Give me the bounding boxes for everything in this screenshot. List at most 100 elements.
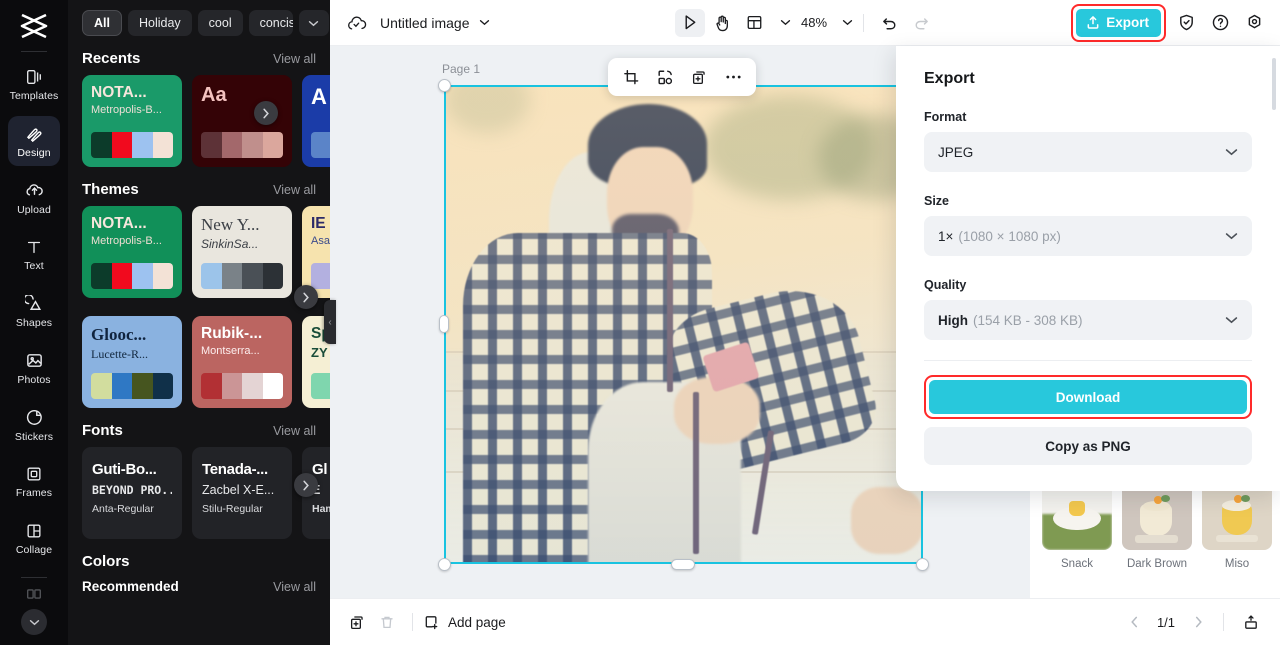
- prev-page-button[interactable]: [1121, 609, 1147, 635]
- recents-view-all[interactable]: View all: [273, 52, 316, 66]
- list-item[interactable]: Glooc... Lucette-R...: [82, 316, 182, 408]
- themes-view-all[interactable]: View all: [273, 183, 316, 197]
- panel-collapse-handle[interactable]: ‹: [324, 300, 336, 344]
- list-item[interactable]: NOTA... Metropolis-B...: [82, 75, 182, 167]
- list-item[interactable]: Miso: [1202, 480, 1272, 598]
- fonts-next-button[interactable]: [294, 473, 318, 497]
- templates-icon: [24, 67, 44, 87]
- resize-handle-left[interactable]: [439, 315, 449, 333]
- more-horizontal-icon[interactable]: [718, 62, 748, 92]
- add-page-button[interactable]: Add page: [423, 614, 506, 631]
- export-button[interactable]: Export: [1076, 8, 1161, 37]
- recents-next-button[interactable]: [254, 101, 278, 125]
- sidebar-item-design[interactable]: Design: [8, 116, 60, 167]
- rail-divider-bottom: [21, 577, 47, 578]
- quality-label: Quality: [924, 278, 967, 292]
- card-title: Rubik-...: [201, 326, 263, 342]
- quality-select[interactable]: High (154 KB - 308 KB): [924, 300, 1252, 340]
- remove-background-icon[interactable]: [650, 62, 680, 92]
- font-card-line2: Zacbel X-E...: [202, 483, 275, 497]
- list-item[interactable]: Rubik-... Montserra...: [192, 316, 292, 408]
- format-select[interactable]: JPEG: [924, 132, 1252, 172]
- cloud-check-icon[interactable]: [346, 14, 368, 32]
- card-subtitle: Lucette-R...: [91, 346, 148, 361]
- section-title: Themes: [82, 181, 139, 198]
- artboard-image[interactable]: [444, 85, 923, 564]
- layout-dropdown[interactable]: [780, 19, 791, 26]
- sidebar-item-text[interactable]: Text: [8, 230, 60, 280]
- resize-handle-bottom-left[interactable]: [438, 558, 451, 571]
- frames-icon: [24, 464, 44, 484]
- list-item[interactable]: Snack: [1042, 480, 1112, 598]
- download-button[interactable]: Download: [929, 380, 1247, 414]
- document-title-dropdown[interactable]: [479, 19, 490, 26]
- element-floating-toolbar: [608, 58, 756, 96]
- filter-chip-concise[interactable]: concise: [248, 10, 293, 36]
- sidebar-item-shapes[interactable]: Shapes: [8, 287, 60, 337]
- present-button[interactable]: [1236, 608, 1266, 636]
- document-title[interactable]: Untitled image: [380, 15, 470, 31]
- list-item[interactable]: A: [302, 75, 330, 167]
- hand-tool-button[interactable]: [707, 9, 737, 37]
- filter-chip-all[interactable]: All: [82, 10, 122, 36]
- sidebar-item-stickers[interactable]: Stickers: [8, 400, 60, 450]
- undo-icon: [882, 17, 896, 29]
- copy-as-png-button[interactable]: Copy as PNG: [924, 427, 1252, 465]
- shield-check-icon[interactable]: [1172, 9, 1200, 37]
- crop-icon[interactable]: [616, 62, 646, 92]
- rail-expand-button[interactable]: [21, 609, 47, 635]
- export-panel-title: Export: [924, 70, 975, 87]
- chevron-left-icon: ‹: [328, 316, 332, 328]
- list-item[interactable]: New Y... SinkinSa...: [192, 206, 292, 298]
- sidebar-item-frames[interactable]: Frames: [8, 457, 60, 507]
- colors-view-all[interactable]: View all: [273, 580, 316, 594]
- font-card-line3: Anta-Regular: [92, 503, 154, 515]
- shapes-icon: [24, 294, 44, 314]
- gear-icon[interactable]: [1240, 9, 1268, 37]
- filter-chip-cool[interactable]: cool: [197, 10, 243, 36]
- redo-button[interactable]: [906, 9, 936, 37]
- zoom-dropdown[interactable]: [842, 19, 853, 26]
- duplicate-page-button[interactable]: [342, 608, 372, 636]
- next-page-button[interactable]: [1185, 609, 1211, 635]
- layout-tool-button[interactable]: [739, 9, 769, 37]
- canvas-tools-group: 48%: [675, 8, 936, 37]
- duplicate-page-icon: [350, 615, 363, 629]
- sidebar-item-photos[interactable]: Photos: [8, 343, 60, 393]
- list-item[interactable]: Guti-Bo... BEYOND PRO... Anta-Regular: [82, 447, 182, 539]
- export-upload-icon: [1087, 16, 1099, 29]
- list-item[interactable]: Tenada-... Zacbel X-E... Stilu-Regular: [192, 447, 292, 539]
- size-select[interactable]: 1× (1080 × 1080 px): [924, 216, 1252, 256]
- undo-button[interactable]: [874, 9, 904, 37]
- colors-section-header: Colors: [68, 553, 330, 570]
- delete-page-button[interactable]: [372, 608, 402, 636]
- app-logo[interactable]: [12, 8, 56, 44]
- help-circle-icon[interactable]: [1206, 9, 1234, 37]
- list-item[interactable]: NOTA... Metropolis-B...: [82, 206, 182, 298]
- resize-handle-bottom[interactable]: [671, 559, 695, 570]
- stickers-icon: [24, 408, 44, 428]
- themes-next-button[interactable]: [294, 285, 318, 309]
- sidebar-item-templates[interactable]: Templates: [8, 60, 60, 110]
- size-label: Size: [924, 194, 950, 208]
- filter-chip-holiday[interactable]: Holiday: [127, 10, 192, 36]
- resize-handle-top-left[interactable]: [438, 79, 451, 92]
- sidebar-label: Photos: [17, 373, 51, 386]
- export-panel-scrollbar[interactable]: [1272, 58, 1276, 110]
- list-item[interactable]: Dark Brown: [1122, 480, 1192, 598]
- list-item[interactable]: Aa: [192, 75, 292, 167]
- sidebar-item-upload[interactable]: Upload: [8, 173, 60, 223]
- resize-handle-bottom-right[interactable]: [916, 558, 929, 571]
- select-tool-button[interactable]: [675, 8, 705, 37]
- photos-icon: [24, 351, 44, 371]
- themes-section-header: Themes View all: [68, 181, 330, 198]
- sidebar-label: Text: [24, 260, 44, 273]
- font-card-line3: Ham: [312, 503, 330, 515]
- filter-chips-expand-button[interactable]: [298, 10, 329, 36]
- export-highlight: Export: [1071, 3, 1166, 42]
- sidebar-item-collage[interactable]: Collage: [8, 513, 60, 563]
- duplicate-icon[interactable]: [684, 62, 714, 92]
- chevron-right-icon: [303, 292, 309, 302]
- zoom-level[interactable]: 48%: [801, 15, 827, 30]
- fonts-view-all[interactable]: View all: [273, 424, 316, 438]
